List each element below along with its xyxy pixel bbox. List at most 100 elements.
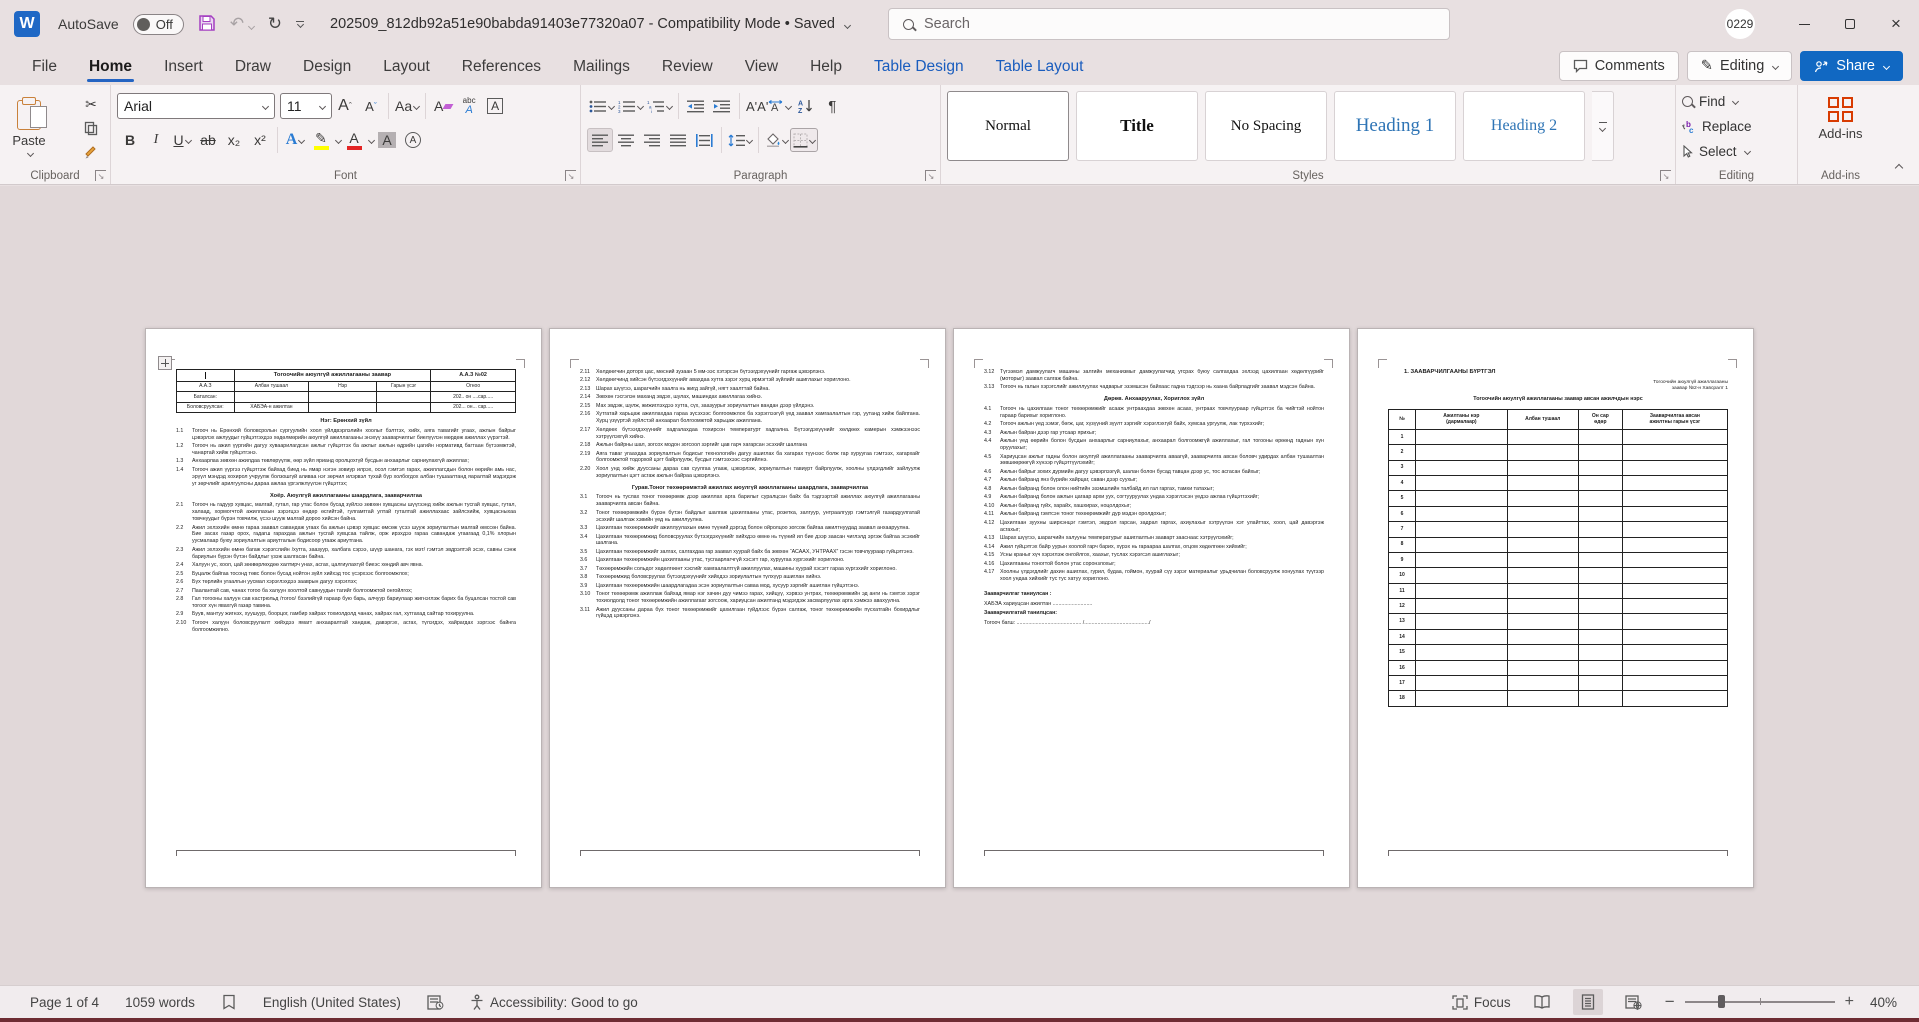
cell-position[interactable] [1508,614,1579,629]
tab-file[interactable]: File [18,52,71,85]
cell-signature[interactable] [1623,614,1728,629]
align-right-button[interactable] [639,128,665,152]
cell-position[interactable] [1508,445,1579,460]
clear-formatting-button[interactable]: A [430,94,456,118]
strikethrough-button[interactable]: ab [195,128,221,152]
zoom-out-button[interactable]: − [1665,992,1675,1012]
cell-name[interactable] [1416,538,1508,553]
cell-signature[interactable] [1623,522,1728,537]
account-avatar[interactable]: 0229 [1725,9,1755,39]
cell-signature[interactable] [1623,584,1728,599]
paste-button[interactable]: Paste [6,91,52,165]
tab-draw[interactable]: Draw [221,52,285,85]
find-button[interactable]: Find [1682,89,1791,114]
superscript-button[interactable]: x² [247,128,273,152]
phonetic-guide-button[interactable]: abcA [456,94,482,118]
text-predictions-icon[interactable] [427,995,444,1010]
enclose-characters-button[interactable]: A [400,128,426,152]
tab-references[interactable]: References [448,52,555,85]
cell-position[interactable] [1508,645,1579,660]
tab-view[interactable]: View [731,52,792,85]
redo-button[interactable]: ↻ [268,14,282,34]
character-shading-button[interactable]: A [374,128,400,152]
registry-table[interactable]: № Ажилтаны нэр (дармалаар) Албан тушаал … [1388,409,1728,430]
cell-position[interactable] [1508,522,1579,537]
cell-name[interactable] [1416,676,1508,691]
editing-menu-button[interactable]: ✎ Editing [1687,51,1793,81]
cell-date[interactable] [1579,476,1623,491]
cell-signature[interactable] [1623,599,1728,614]
style-card-normal[interactable]: Normal [947,91,1069,161]
cell-position[interactable] [1508,491,1579,506]
tab-table-design[interactable]: Table Design [860,52,978,85]
cell-name[interactable] [1416,584,1508,599]
style-gallery-more-button[interactable] [1592,91,1614,161]
copy-button[interactable] [78,117,104,139]
cell-signature[interactable] [1623,661,1728,676]
justify-button[interactable] [665,128,691,152]
tab-review[interactable]: Review [648,52,727,85]
cell-signature[interactable] [1623,645,1728,660]
tab-table-layout[interactable]: Table Layout [982,52,1098,85]
page-indicator[interactable]: Page 1 of 4 [30,995,99,1010]
distributed-button[interactable] [691,128,717,152]
cell-date[interactable] [1579,614,1623,629]
tab-home[interactable]: Home [75,52,146,85]
search-input[interactable]: Search [888,8,1450,40]
subscript-button[interactable]: x₂ [221,128,247,152]
cell-date[interactable] [1579,599,1623,614]
cell-date[interactable] [1579,584,1623,599]
share-button[interactable]: Share [1800,51,1903,81]
cell-date[interactable] [1579,430,1623,445]
cell-name[interactable] [1416,645,1508,660]
language-indicator[interactable]: English (United States) [263,995,401,1010]
numbering-button[interactable]: 123 [616,94,645,118]
decrease-indent-button[interactable] [683,94,709,118]
print-layout-button[interactable] [1573,989,1603,1015]
cell-date[interactable] [1579,568,1623,583]
format-painter-button[interactable] [78,141,104,163]
document-page-2[interactable]: 2.11Хөлдөөгчин доторх цас, мөсний зузаан… [549,328,946,888]
cell-name[interactable] [1416,568,1508,583]
tab-design[interactable]: Design [289,52,365,85]
cell-signature[interactable] [1623,461,1728,476]
cell-signature[interactable] [1623,538,1728,553]
font-size-select[interactable]: 11 [280,93,332,119]
quick-access-menu-button[interactable] [296,21,304,27]
cell-date[interactable] [1579,661,1623,676]
zoom-handle[interactable] [1718,995,1725,1008]
focus-button[interactable]: Focus [1452,995,1511,1010]
document-page-4[interactable]: 1. ЗААВАРЧИЛГААНЫ БҮРТГЭЛ Тогоочийн аюул… [1357,328,1754,888]
tab-insert[interactable]: Insert [150,52,217,85]
cell-signature[interactable] [1623,430,1728,445]
document-canvas[interactable]: Тогоочийн аюулгүй ажиллагааны заавар А.А… [0,186,1919,985]
sort-button[interactable]: AZ [793,94,819,118]
font-name-select[interactable]: Arial [117,93,275,119]
collapse-ribbon-button[interactable] [1887,158,1911,178]
cell-name[interactable] [1416,522,1508,537]
style-card-title[interactable]: Title [1076,91,1198,161]
approval-table[interactable]: Тогоочийн аюулгүй ажиллагааны заавар А.А… [176,369,516,413]
cell-position[interactable] [1508,599,1579,614]
select-button[interactable]: Select [1682,139,1791,164]
cell-signature[interactable] [1623,676,1728,691]
character-border-button[interactable]: A [482,94,508,118]
styles-dialog-launcher[interactable]: ↘ [1660,170,1671,181]
underline-button[interactable]: U [169,128,195,152]
save-button[interactable] [198,14,216,35]
cell-date[interactable] [1579,645,1623,660]
cell-name[interactable] [1416,476,1508,491]
cell-position[interactable] [1508,676,1579,691]
tab-layout[interactable]: Layout [369,52,444,85]
line-spacing-button[interactable] [726,128,754,152]
cell-date[interactable] [1579,461,1623,476]
italic-button[interactable]: I [143,128,169,152]
cell-date[interactable] [1579,445,1623,460]
cell-position[interactable] [1508,691,1579,706]
document-title[interactable]: 202509_812db92a51e90babda91403e77320a07 … [330,16,850,32]
cell-date[interactable] [1579,522,1623,537]
text-effects-button[interactable]: A [282,128,308,152]
word-logo-icon[interactable]: W [14,11,40,37]
cell-signature[interactable] [1623,630,1728,645]
font-color-button[interactable]: A [341,128,367,152]
